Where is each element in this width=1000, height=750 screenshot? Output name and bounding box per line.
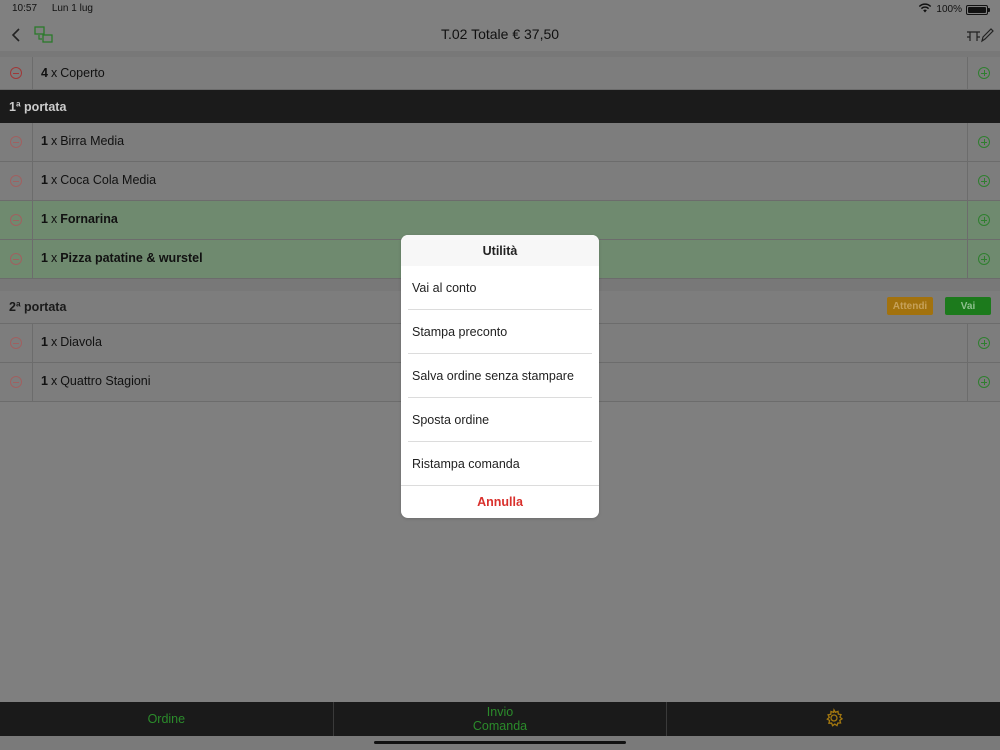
add-button[interactable] — [967, 162, 1000, 200]
minus-circle-icon — [10, 253, 22, 265]
item-qty: 4 — [41, 66, 48, 80]
add-button[interactable] — [967, 57, 1000, 89]
cover-row[interactable]: 4 x Coperto — [0, 57, 1000, 90]
remove-button[interactable] — [0, 324, 33, 362]
minus-circle-icon — [10, 175, 22, 187]
tab-label-line2: Comanda — [472, 719, 528, 733]
item-multiplier: x — [50, 66, 58, 80]
item-qty: 1 — [41, 212, 48, 226]
item-multiplier: x — [50, 173, 58, 187]
add-button[interactable] — [967, 324, 1000, 362]
option-label: Stampa preconto — [412, 325, 508, 339]
item-multiplier: x — [50, 374, 58, 388]
item-multiplier: x — [50, 212, 58, 226]
bottom-tab-bar: Ordine Invio Comanda — [0, 702, 1000, 736]
option-vai-al-conto[interactable]: Vai al conto — [401, 266, 599, 310]
remove-button[interactable] — [0, 57, 33, 89]
option-label: Sposta ordine — [412, 413, 490, 427]
battery-icon — [966, 4, 990, 15]
item-name: Birra Media — [60, 134, 125, 148]
vai-button[interactable]: Vai — [945, 297, 991, 315]
course-header-1: 1ª portata — [0, 90, 1000, 123]
item-name: Fornarina — [60, 212, 118, 226]
add-button[interactable] — [967, 363, 1000, 401]
item-name: Coca Cola Media — [60, 173, 157, 187]
cancel-button[interactable]: Annulla — [401, 486, 599, 518]
plus-circle-icon — [978, 376, 990, 388]
status-time: 10:57 — [12, 3, 38, 14]
minus-circle-icon — [10, 136, 22, 148]
item-qty: 1 — [41, 251, 48, 265]
minus-circle-icon — [10, 376, 22, 388]
table-edit-icon[interactable] — [966, 24, 994, 46]
tab-label: Ordine — [147, 712, 186, 726]
item-qty: 1 — [41, 173, 48, 187]
minus-circle-icon — [10, 214, 22, 226]
nav-bar: T.02 Totale € 37,50 — [0, 18, 1000, 52]
item-multiplier: x — [50, 251, 58, 265]
item-qty: 1 — [41, 335, 48, 349]
status-date: Lun 1 lug — [51, 3, 93, 14]
plus-circle-icon — [978, 136, 990, 148]
list-item[interactable]: 1 x Coca Cola Media — [0, 162, 1000, 201]
sheet-title: Utilità — [401, 235, 599, 266]
plus-circle-icon — [978, 337, 990, 349]
item-qty: 1 — [41, 374, 48, 388]
course-label: 1ª portata — [9, 100, 67, 114]
remove-button[interactable] — [0, 240, 33, 278]
option-label: Salva ordine senza stampare — [412, 369, 574, 383]
option-label: Vai al conto — [412, 281, 477, 295]
remove-button[interactable] — [0, 162, 33, 200]
battery-fill — [968, 6, 986, 13]
add-button[interactable] — [967, 201, 1000, 239]
attendi-button[interactable]: Attendi — [887, 297, 933, 315]
item-name: Pizza patatine & wurstel — [60, 251, 203, 265]
remove-button[interactable] — [0, 363, 33, 401]
list-item[interactable]: 1 x Birra Media — [0, 123, 1000, 162]
option-ristampa-comanda[interactable]: Ristampa comanda — [401, 442, 599, 486]
plus-circle-icon — [978, 214, 990, 226]
option-label: Ristampa comanda — [412, 457, 520, 471]
item-qty: 1 — [41, 134, 48, 148]
plus-circle-icon — [978, 67, 990, 79]
option-salva-ordine[interactable]: Salva ordine senza stampare — [401, 354, 599, 398]
tab-settings[interactable] — [667, 702, 1000, 736]
battery-percent: 100% — [936, 4, 962, 15]
item-name: Coperto — [60, 66, 105, 80]
tab-ordine[interactable]: Ordine — [0, 702, 334, 736]
minus-circle-icon — [10, 67, 22, 79]
wifi-icon — [918, 3, 932, 16]
remove-button[interactable] — [0, 201, 33, 239]
tab-invio-comanda[interactable]: Invio Comanda — [334, 702, 668, 736]
page-title: T.02 Totale € 37,50 — [440, 26, 560, 42]
status-bar: 10:57 Lun 1 lug 100% — [0, 0, 1000, 18]
tab-label-line1: Invio — [486, 705, 514, 719]
item-name: Diavola — [60, 335, 102, 349]
add-button[interactable] — [967, 123, 1000, 161]
course-label: 2ª portata — [9, 300, 67, 314]
option-stampa-preconto[interactable]: Stampa preconto — [401, 310, 599, 354]
utility-action-sheet: Utilità Vai al conto Stampa preconto Sal… — [401, 235, 599, 518]
add-button[interactable] — [967, 240, 1000, 278]
option-sposta-ordine[interactable]: Sposta ordine — [401, 398, 599, 442]
item-multiplier: x — [50, 335, 58, 349]
remove-button[interactable] — [0, 123, 33, 161]
item-name: Quattro Stagioni — [60, 374, 151, 388]
gear-icon — [824, 707, 844, 731]
item-multiplier: x — [50, 134, 58, 148]
plus-circle-icon — [978, 175, 990, 187]
plus-circle-icon — [978, 253, 990, 265]
home-indicator[interactable] — [374, 741, 626, 744]
minus-circle-icon — [10, 337, 22, 349]
